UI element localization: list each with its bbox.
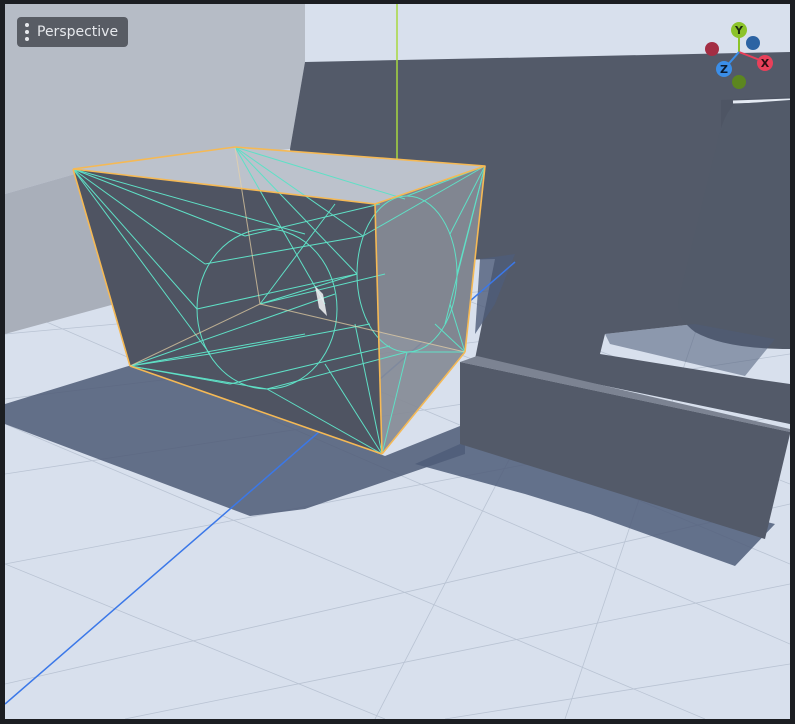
gizmo-y-label: Y [734, 24, 744, 37]
scene-render[interactable] [5, 4, 790, 719]
orientation-gizmo[interactable]: Y X Z [695, 16, 785, 106]
gizmo-neg-z-handle[interactable] [746, 36, 760, 50]
gizmo-x-label: X [761, 57, 770, 70]
gizmo-neg-y-handle[interactable] [732, 75, 746, 89]
3d-viewport[interactable]: Perspective Y X Z [0, 0, 795, 724]
kebab-menu-icon [25, 23, 29, 41]
gizmo-z-label: Z [720, 63, 728, 76]
perspective-menu-button[interactable]: Perspective [17, 17, 129, 47]
perspective-label: Perspective [37, 24, 119, 40]
gizmo-neg-x-handle[interactable] [705, 42, 719, 56]
